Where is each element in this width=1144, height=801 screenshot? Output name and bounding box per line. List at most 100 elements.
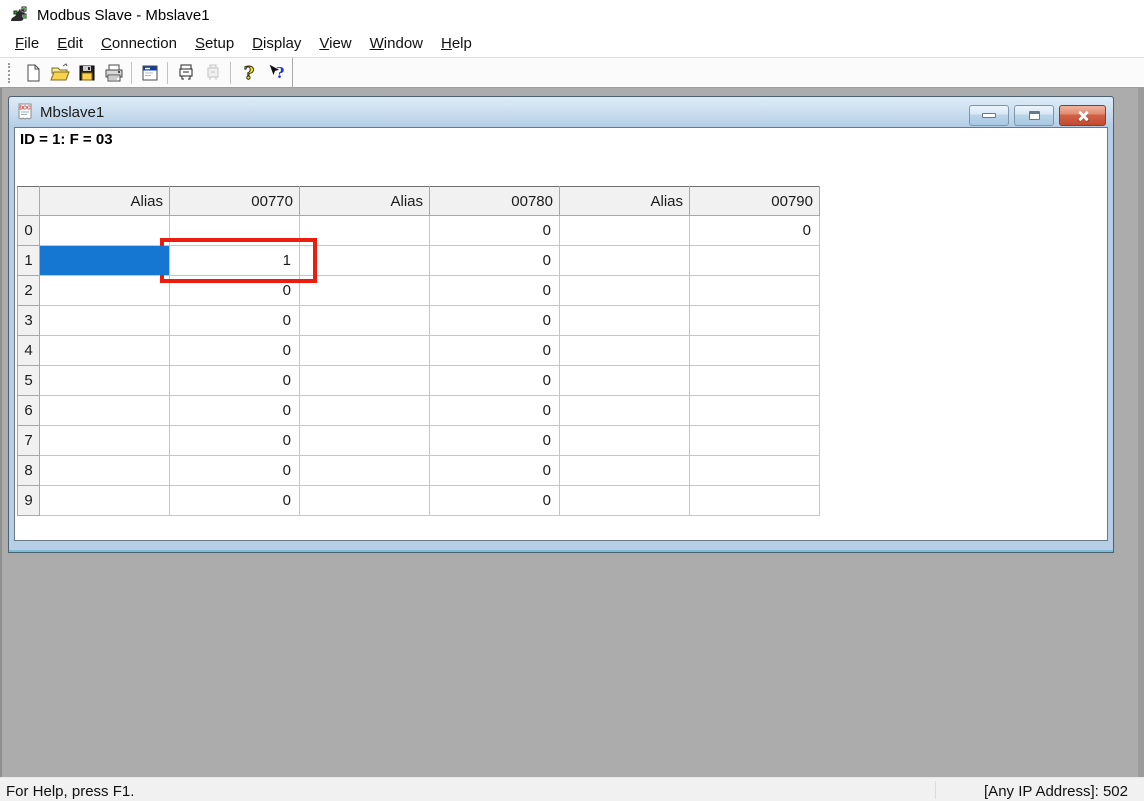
menu-help[interactable]: Help — [433, 33, 480, 54]
grid-cell-r4-c4[interactable]: 0 — [430, 336, 560, 366]
grid-cell-r4-c2[interactable]: 0 — [170, 336, 300, 366]
grid-cell-r0-c5[interactable] — [560, 216, 690, 246]
grid-cell-r4-c5[interactable] — [560, 336, 690, 366]
grid-cell-r2-c2[interactable]: 0 — [170, 276, 300, 306]
save-button[interactable] — [73, 60, 100, 85]
grid-cell-r1-c1[interactable] — [40, 246, 170, 276]
grid-cell-r7-c3[interactable] — [300, 426, 430, 456]
minimize-button[interactable] — [969, 105, 1009, 126]
grid-cell-r1-c3[interactable] — [300, 246, 430, 276]
grid-cell-r3-c2[interactable]: 0 — [170, 306, 300, 336]
grid-cell-r8-c2[interactable]: 0 — [170, 456, 300, 486]
row-header-3[interactable]: 3 — [18, 306, 40, 336]
print-button[interactable] — [100, 60, 127, 85]
grid-cell-r4-c1[interactable] — [40, 336, 170, 366]
grid-cell-r0-c2[interactable] — [170, 216, 300, 246]
grid-cell-r6-c6[interactable] — [690, 396, 820, 426]
col-header-6-00790[interactable]: 00790 — [690, 187, 820, 216]
menu-connection[interactable]: Connection — [93, 33, 185, 54]
grid-cell-r5-c1[interactable] — [40, 366, 170, 396]
grid-cell-r2-c4[interactable]: 0 — [430, 276, 560, 306]
col-header-5-Alias[interactable]: Alias — [560, 187, 690, 216]
row-header-8[interactable]: 8 — [18, 456, 40, 486]
grid-cell-r1-c2[interactable]: 1 — [170, 246, 300, 276]
menu-setup[interactable]: Setup — [187, 33, 242, 54]
grid-cell-r0-c4[interactable]: 0 — [430, 216, 560, 246]
grid-cell-r7-c6[interactable] — [690, 426, 820, 456]
grid-cell-r6-c1[interactable] — [40, 396, 170, 426]
grid-cell-r0-c6[interactable]: 0 — [690, 216, 820, 246]
grid-cell-r2-c5[interactable] — [560, 276, 690, 306]
row-header-0[interactable]: 0 — [18, 216, 40, 246]
restore-button[interactable] — [1014, 105, 1054, 126]
help-button[interactable]: ? — [235, 60, 262, 85]
mbslave1-titlebar[interactable]: DOC Mbslave1 — [9, 97, 1113, 127]
grid-cell-r8-c3[interactable] — [300, 456, 430, 486]
close-button[interactable] — [1059, 105, 1106, 126]
row-header-5[interactable]: 5 — [18, 366, 40, 396]
grid-cell-r1-c6[interactable] — [690, 246, 820, 276]
grid-cell-r5-c4[interactable]: 0 — [430, 366, 560, 396]
col-header-4-00780[interactable]: 00780 — [430, 187, 560, 216]
row-header-7[interactable]: 7 — [18, 426, 40, 456]
grid-cell-r9-c5[interactable] — [560, 486, 690, 516]
menu-edit[interactable]: Edit — [49, 33, 91, 54]
col-header-1-Alias[interactable]: Alias — [40, 187, 170, 216]
display-setup-button[interactable] — [136, 60, 163, 85]
row-header-2[interactable]: 2 — [18, 276, 40, 306]
grid-corner-header[interactable] — [18, 187, 40, 216]
grid-cell-r4-c3[interactable] — [300, 336, 430, 366]
col-header-2-00770[interactable]: 00770 — [170, 187, 300, 216]
grid-cell-r2-c1[interactable] — [40, 276, 170, 306]
row-header-1[interactable]: 1 — [18, 246, 40, 276]
grid-cell-r7-c5[interactable] — [560, 426, 690, 456]
row-header-4[interactable]: 4 — [18, 336, 40, 366]
grid-cell-r3-c1[interactable] — [40, 306, 170, 336]
grid-cell-r2-c6[interactable] — [690, 276, 820, 306]
grid-cell-r5-c6[interactable] — [690, 366, 820, 396]
grid-cell-r2-c3[interactable] — [300, 276, 430, 306]
grid-cell-r9-c4[interactable]: 0 — [430, 486, 560, 516]
grid-cell-r7-c1[interactable] — [40, 426, 170, 456]
grid-cell-r3-c5[interactable] — [560, 306, 690, 336]
toolbar-gripper[interactable] — [8, 63, 12, 83]
grid-cell-r5-c3[interactable] — [300, 366, 430, 396]
grid-cell-r9-c3[interactable] — [300, 486, 430, 516]
grid-cell-r1-c5[interactable] — [560, 246, 690, 276]
menu-window[interactable]: Window — [362, 33, 431, 54]
grid-cell-r3-c4[interactable]: 0 — [430, 306, 560, 336]
row-header-6[interactable]: 6 — [18, 396, 40, 426]
grid-cell-r9-c2[interactable]: 0 — [170, 486, 300, 516]
grid-cell-r0-c1[interactable] — [40, 216, 170, 246]
grid-cell-r7-c2[interactable]: 0 — [170, 426, 300, 456]
row-header-9[interactable]: 9 — [18, 486, 40, 516]
connect-button[interactable] — [172, 60, 199, 85]
mdi-client-area: DOC Mbslave1 ID = 1: F = 03 — [0, 88, 1144, 777]
grid-cell-r7-c4[interactable]: 0 — [430, 426, 560, 456]
grid-cell-r5-c2[interactable]: 0 — [170, 366, 300, 396]
grid-cell-r8-c5[interactable] — [560, 456, 690, 486]
grid-cell-r6-c2[interactable]: 0 — [170, 396, 300, 426]
grid-cell-r9-c1[interactable] — [40, 486, 170, 516]
col-header-3-Alias[interactable]: Alias — [300, 187, 430, 216]
grid-cell-r8-c4[interactable]: 0 — [430, 456, 560, 486]
grid-cell-r6-c4[interactable]: 0 — [430, 396, 560, 426]
grid-cell-r3-c3[interactable] — [300, 306, 430, 336]
grid-cell-r5-c5[interactable] — [560, 366, 690, 396]
menu-view[interactable]: View — [311, 33, 359, 54]
mbslave1-window: DOC Mbslave1 ID = 1: F = 03 — [8, 96, 1114, 553]
grid-cell-r0-c3[interactable] — [300, 216, 430, 246]
grid-cell-r8-c1[interactable] — [40, 456, 170, 486]
menu-display[interactable]: Display — [244, 33, 309, 54]
menu-file[interactable]: File — [7, 33, 47, 54]
grid-cell-r6-c5[interactable] — [560, 396, 690, 426]
open-button[interactable] — [46, 60, 73, 85]
grid-cell-r6-c3[interactable] — [300, 396, 430, 426]
grid-cell-r3-c6[interactable] — [690, 306, 820, 336]
new-button[interactable] — [19, 60, 46, 85]
context-help-button[interactable]: ? — [262, 60, 289, 85]
grid-cell-r8-c6[interactable] — [690, 456, 820, 486]
grid-cell-r1-c4[interactable]: 0 — [430, 246, 560, 276]
grid-cell-r9-c6[interactable] — [690, 486, 820, 516]
grid-cell-r4-c6[interactable] — [690, 336, 820, 366]
